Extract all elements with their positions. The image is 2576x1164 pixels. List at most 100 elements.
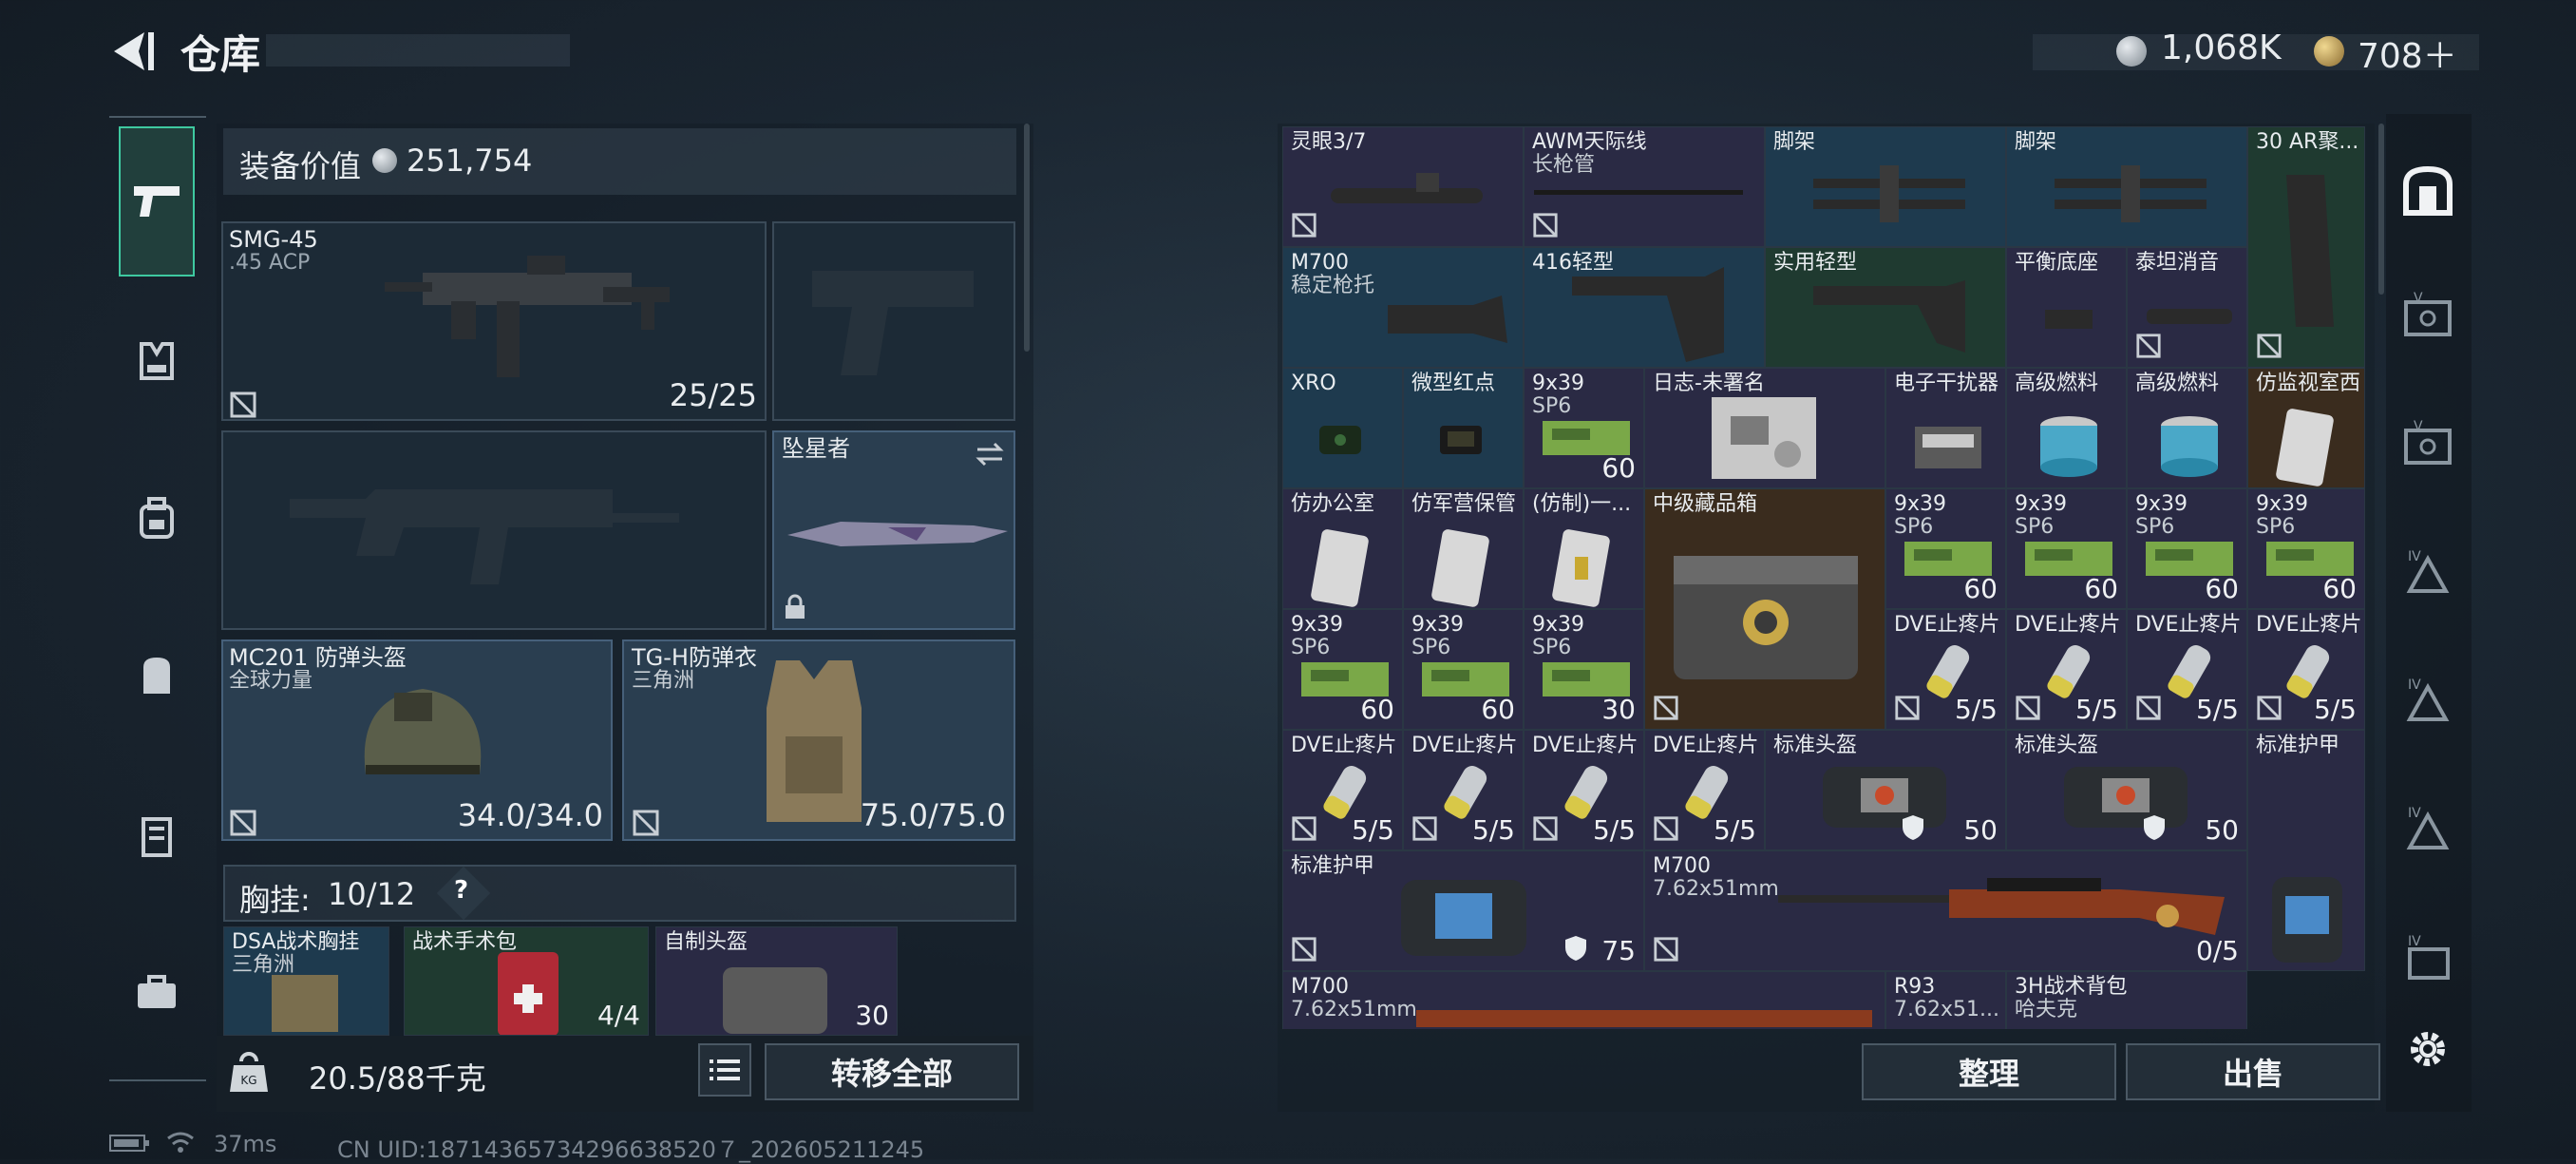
inventory-item[interactable]: 9x39 SP6 60 xyxy=(2127,488,2247,609)
inventory-item[interactable]: M700 稳定枪托 xyxy=(1282,247,1524,368)
ping-text: 37ms xyxy=(214,1131,277,1157)
locker-icon[interactable] xyxy=(128,808,185,865)
inventory-item[interactable]: 脚架 xyxy=(2006,126,2247,247)
chest-item[interactable]: 战术手术包 4/4 xyxy=(404,926,649,1036)
inventory-item[interactable]: 微型红点 xyxy=(1403,368,1524,488)
inventory-item[interactable]: 标准护甲 xyxy=(2247,730,2365,971)
item-name: 标准护甲 xyxy=(1291,854,1375,878)
inventory-item[interactable]: AWM天际线 长枪管 xyxy=(1524,126,1765,247)
case-iv-icon-2[interactable]: IV xyxy=(2397,670,2458,731)
no-insure-icon xyxy=(2136,696,2161,720)
inventory-item[interactable]: 30 AR聚... xyxy=(2247,126,2365,368)
inventory-item[interactable]: 实用轻型 xyxy=(1765,247,2006,368)
inventory-item[interactable]: 泰坦消音 xyxy=(2127,247,2247,368)
helmet-image xyxy=(364,689,482,774)
rifle-slot-empty[interactable] xyxy=(221,430,767,630)
inventory-item[interactable]: DVE止疼片 5/5 xyxy=(2006,609,2127,730)
briefcase-icon[interactable] xyxy=(128,964,185,1021)
case-v-icon-2[interactable]: V xyxy=(2397,413,2458,474)
transfer-all-button[interactable]: 转移全部 xyxy=(765,1043,1019,1100)
inventory-item[interactable]: 仿办公室 xyxy=(1282,488,1403,609)
inventory-item[interactable]: 9x39 SP6 60 xyxy=(1885,488,2006,609)
inventory-item[interactable]: 416轻型 xyxy=(1524,247,1765,368)
equipment-value-label: 装备价值 xyxy=(239,148,362,184)
inventory-item[interactable]: DVE止疼片 5/5 xyxy=(1403,730,1524,850)
svg-text:KG: KG xyxy=(240,1074,256,1087)
melee-slot[interactable]: 坠星者 xyxy=(772,430,1015,630)
inventory-item[interactable]: DVE止疼片 5/5 xyxy=(1524,730,1644,850)
item-count: 5/5 xyxy=(1954,694,1998,725)
sell-button[interactable]: 出售 xyxy=(2126,1043,2380,1100)
keycard-image xyxy=(2276,409,2334,487)
chest-rig-image xyxy=(272,975,338,1032)
inventory-item[interactable]: 标准头盔 50 xyxy=(2006,730,2247,850)
inventory-item[interactable]: R93 7.62x51... xyxy=(1885,971,2006,1029)
inventory-item[interactable]: 9x39 SP6 60 xyxy=(1282,609,1403,730)
item-name: DVE止疼片 xyxy=(2015,613,2121,637)
inventory-item[interactable]: 9x39 SP6 60 xyxy=(2006,488,2127,609)
back-arrow-icon[interactable] xyxy=(106,27,156,76)
inventory-item[interactable]: DVE止疼片 5/5 xyxy=(1644,730,1765,850)
item-name: DSA战术胸挂 xyxy=(232,930,360,954)
primary-weapon-slot[interactable]: SMG-45 .45 ACP 25/25 xyxy=(221,221,767,421)
inventory-item[interactable]: 标准头盔 50 xyxy=(1765,730,2006,850)
right-scrollbar[interactable] xyxy=(2378,124,2384,295)
inventory-item[interactable]: 9x39 SP6 30 xyxy=(1524,609,1644,730)
inventory-item[interactable]: 3H战术背包 哈夫克 xyxy=(2006,971,2247,1029)
inventory-item[interactable]: DVE止疼片 5/5 xyxy=(1885,609,2006,730)
settings-icon[interactable] xyxy=(2397,1019,2458,1079)
inventory-item[interactable]: 高级燃料 xyxy=(2006,368,2127,488)
sort-button[interactable]: 整理 xyxy=(1862,1043,2116,1100)
inventory-item[interactable]: 仿军营保管 xyxy=(1403,488,1524,609)
secondary-weapon-slot[interactable] xyxy=(772,221,1015,421)
case-v-icon[interactable]: V xyxy=(2397,285,2458,346)
helmet-slot[interactable]: MC201 防弹头盔 全球力量 34.0/34.0 xyxy=(221,639,613,841)
inventory-item[interactable]: DVE止疼片 5/5 xyxy=(2127,609,2247,730)
case-iv-icon[interactable]: IV xyxy=(2397,542,2458,602)
no-insure-icon xyxy=(633,810,659,836)
inventory-item[interactable]: (仿制)一... xyxy=(1524,488,1644,609)
inventory-item[interactable]: XRO xyxy=(1282,368,1403,488)
safe-box-icon[interactable] xyxy=(2397,162,2458,222)
item-name: 平衡底座 xyxy=(2015,251,2099,275)
inventory-item[interactable]: 平衡底座 xyxy=(2006,247,2127,368)
case-iv-icon-4[interactable]: IV xyxy=(2397,926,2458,987)
stock-image xyxy=(1572,267,1724,362)
gold-balance[interactable]: 708＋ xyxy=(2358,29,2457,78)
case-iv-icon-3[interactable]: IV xyxy=(2397,798,2458,859)
inventory-item[interactable]: 电子干扰器 xyxy=(1885,368,2006,488)
page-title: 仓库 xyxy=(180,31,261,78)
vest-icon[interactable] xyxy=(128,333,185,390)
shield-icon xyxy=(1565,936,1586,961)
inventory-item[interactable]: 标准护甲 75 xyxy=(1282,850,1644,971)
inventory-item[interactable]: 9x39 SP6 60 xyxy=(1524,368,1644,488)
inventory-item[interactable]: 高级燃料 xyxy=(2127,368,2247,488)
no-insure-icon xyxy=(1654,696,1678,720)
item-name: 9x39 xyxy=(2015,492,2068,516)
rifle-silhouette-icon xyxy=(290,489,679,584)
inventory-item[interactable]: 灵眼3/7 xyxy=(1282,126,1524,247)
inventory-item[interactable]: 9x39 SP6 60 xyxy=(1403,609,1524,730)
swap-icon[interactable] xyxy=(974,440,1006,468)
gold-coin-icon xyxy=(2314,36,2344,67)
backpack-icon[interactable] xyxy=(128,646,185,703)
inventory-item[interactable]: 日志-未署名 xyxy=(1644,368,1885,488)
chest-item[interactable]: 自制头盔 30 xyxy=(655,926,898,1036)
item-count: 60 xyxy=(1963,573,1998,604)
inventory-item[interactable]: 中级藏品箱 xyxy=(1644,488,1885,730)
inventory-item[interactable]: DVE止疼片 5/5 xyxy=(2247,609,2365,730)
bag-icon[interactable] xyxy=(128,489,185,546)
inventory-item[interactable]: 仿监视室西 xyxy=(2247,368,2365,488)
inventory-item[interactable]: DVE止疼片 5/5 xyxy=(1282,730,1403,850)
item-sub: 7.62x51mm xyxy=(1291,998,1417,1021)
chest-item[interactable]: DSA战术胸挂 三角洲 xyxy=(223,926,389,1036)
list-view-button[interactable] xyxy=(698,1043,751,1097)
inventory-item[interactable]: 9x39 SP6 60 xyxy=(2247,488,2365,609)
inventory-item[interactable]: M700 7.62x51mm 0/5 xyxy=(1644,850,2247,971)
inventory-item[interactable]: 脚架 xyxy=(1765,126,2006,247)
inventory-item[interactable]: M700 7.62x51mm xyxy=(1282,971,1885,1029)
left-scrollbar[interactable] xyxy=(1024,124,1030,352)
armor-slot[interactable]: TG-H防弹衣 三角洲 75.0/75.0 xyxy=(622,639,1015,841)
helmet-bag-image xyxy=(1823,767,1946,828)
help-icon[interactable]: ? xyxy=(454,876,468,905)
